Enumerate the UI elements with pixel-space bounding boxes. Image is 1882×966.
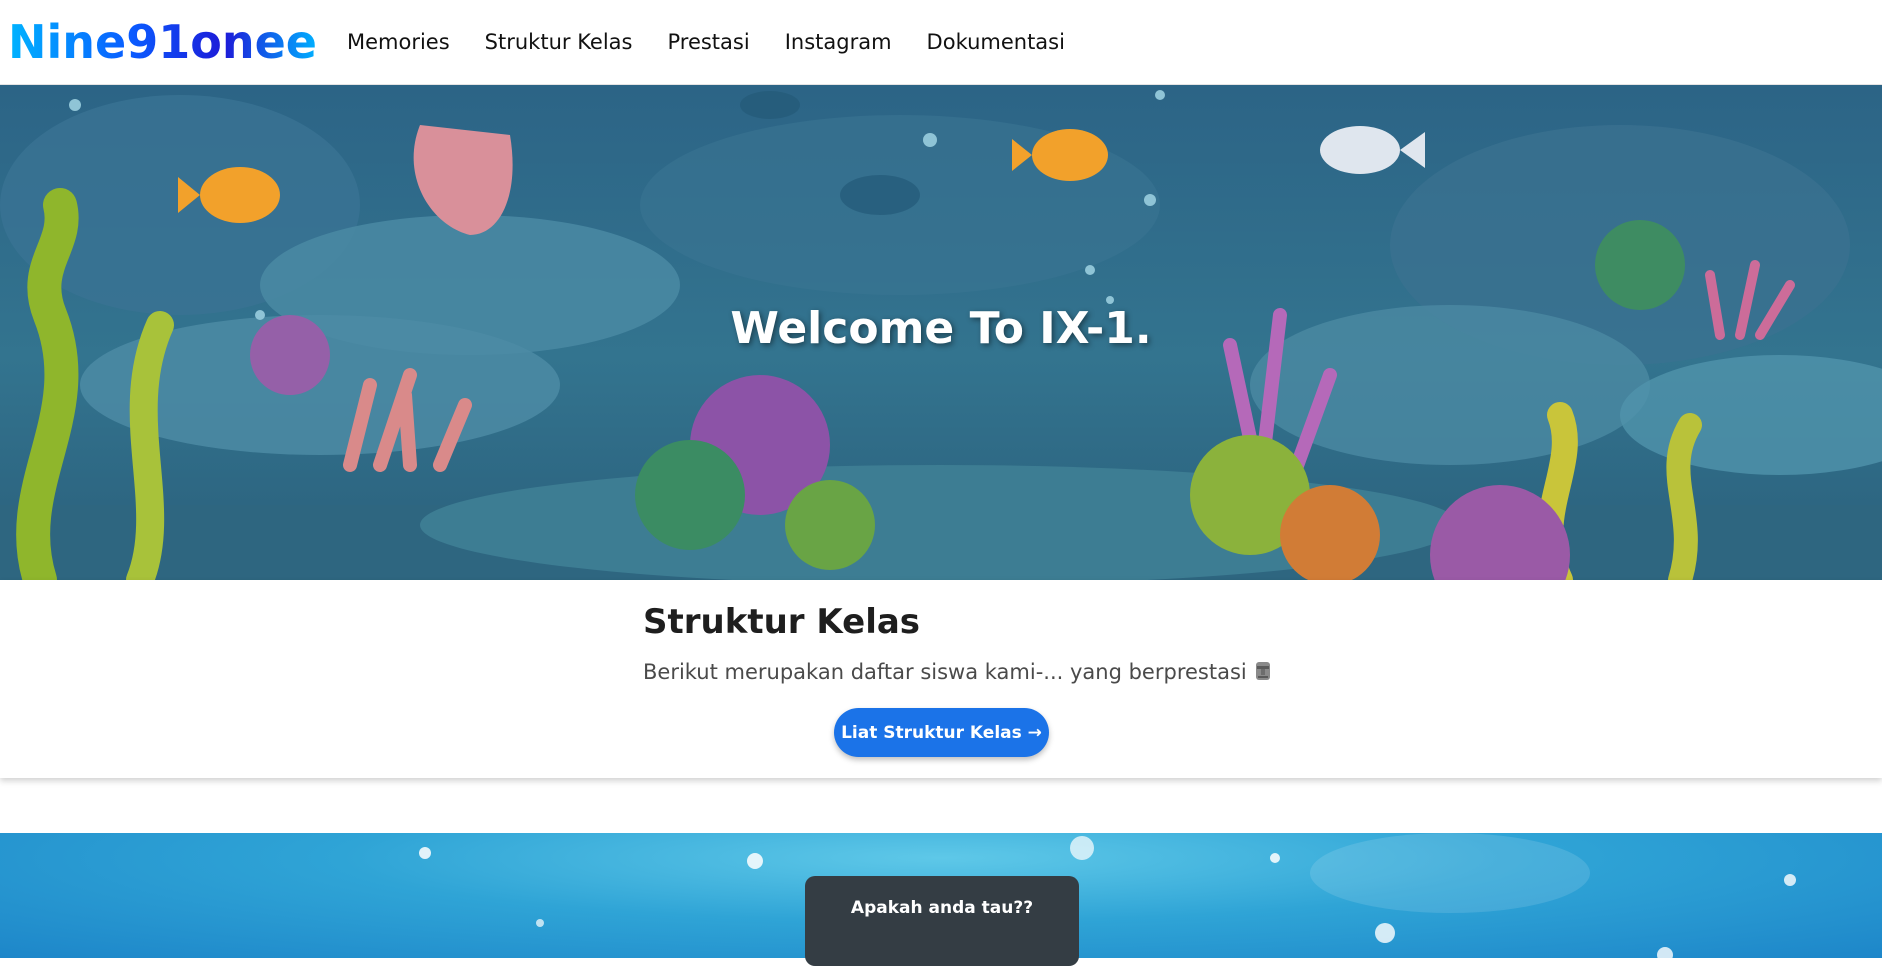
nav-link-struktur-kelas[interactable]: Struktur Kelas: [485, 30, 633, 54]
hero-title: Welcome To IX-1.: [730, 303, 1152, 354]
fact-card-title: Apakah anda tau??: [850, 898, 1034, 918]
brand-logo[interactable]: Nine91onee: [8, 19, 317, 65]
liat-struktur-kelas-button[interactable]: Liat Struktur Kelas →: [834, 708, 1049, 757]
section-description: Berikut merupakan daftar siswa kami-... …: [643, 660, 1273, 684]
nav-link-dokumentasi[interactable]: Dokumentasi: [927, 30, 1065, 54]
nav-link-prestasi[interactable]: Prestasi: [667, 30, 749, 54]
nav-link-instagram[interactable]: Instagram: [785, 30, 892, 54]
section-title: Struktur Kelas: [643, 602, 921, 642]
fact-card[interactable]: Apakah anda tau??: [805, 876, 1079, 966]
hero-banner: Welcome To IX-1.: [0, 85, 1882, 580]
moai-emoji-icon: [1255, 662, 1270, 680]
struktur-kelas-section: Struktur Kelas Berikut merupakan daftar …: [0, 580, 1882, 778]
nav-link-memories[interactable]: Memories: [347, 30, 450, 54]
section-description-text: Berikut merupakan daftar siswa kami-... …: [643, 660, 1247, 684]
navbar: Nine91onee Memories Struktur Kelas Prest…: [0, 0, 1882, 85]
